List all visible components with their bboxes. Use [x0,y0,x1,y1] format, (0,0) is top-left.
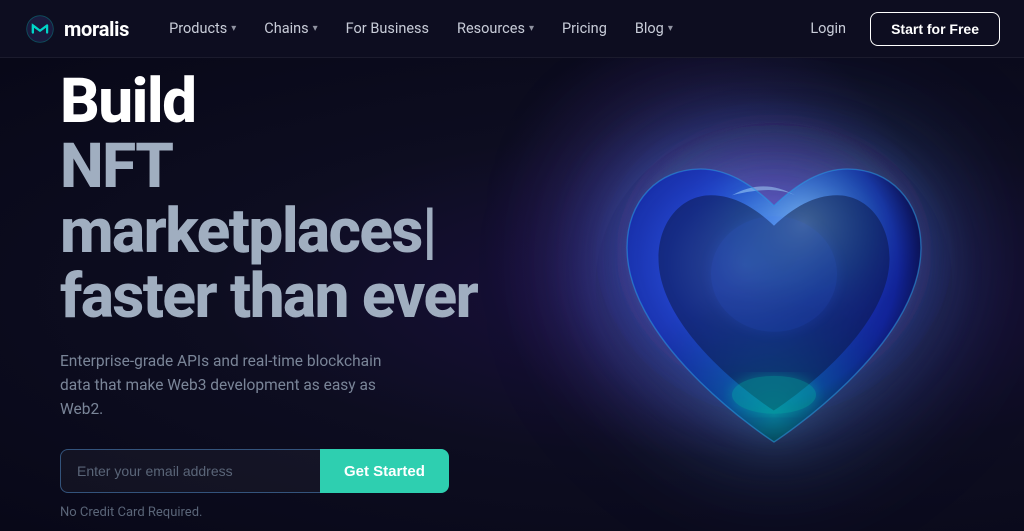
hero-subtitle: Enterprise-grade APIs and real-time bloc… [60,349,400,421]
nav-right: Login Start for Free [798,12,1000,46]
logo-text: moralis [64,17,129,41]
nav-products[interactable]: Products ▾ [157,14,248,43]
chevron-down-icon: ▾ [231,23,236,34]
nav-chains[interactable]: Chains ▾ [252,14,329,43]
nav-resources[interactable]: Resources ▾ [445,14,546,43]
hero-content: Build NFT marketplaces| faster than ever… [0,69,560,520]
nav-pricing[interactable]: Pricing [550,14,619,43]
nav-for-business[interactable]: For Business [334,14,441,43]
chevron-down-icon: ▾ [529,23,534,34]
login-button[interactable]: Login [798,14,858,43]
hero-section: Build NFT marketplaces| faster than ever… [0,58,1024,531]
get-started-button[interactable]: Get Started [320,449,449,493]
hero-title: Build NFT marketplaces| faster than ever [60,69,500,329]
logo-link[interactable]: moralis [24,13,129,45]
heart-svg [564,85,984,505]
chevron-down-icon: ▾ [313,23,318,34]
chevron-down-icon: ▾ [668,23,673,34]
no-credit-text: No Credit Card Required. [60,505,500,520]
email-cta-row: Get Started [60,449,500,493]
moralis-logo-icon [24,13,56,45]
nav-blog[interactable]: Blog ▾ [623,14,685,43]
nav-links: Products ▾ Chains ▾ For Business Resourc… [157,14,798,43]
start-for-free-button[interactable]: Start for Free [870,12,1000,46]
navbar: moralis Products ▾ Chains ▾ For Business… [0,0,1024,58]
email-input[interactable] [60,449,320,493]
hero-illustration [564,85,984,505]
